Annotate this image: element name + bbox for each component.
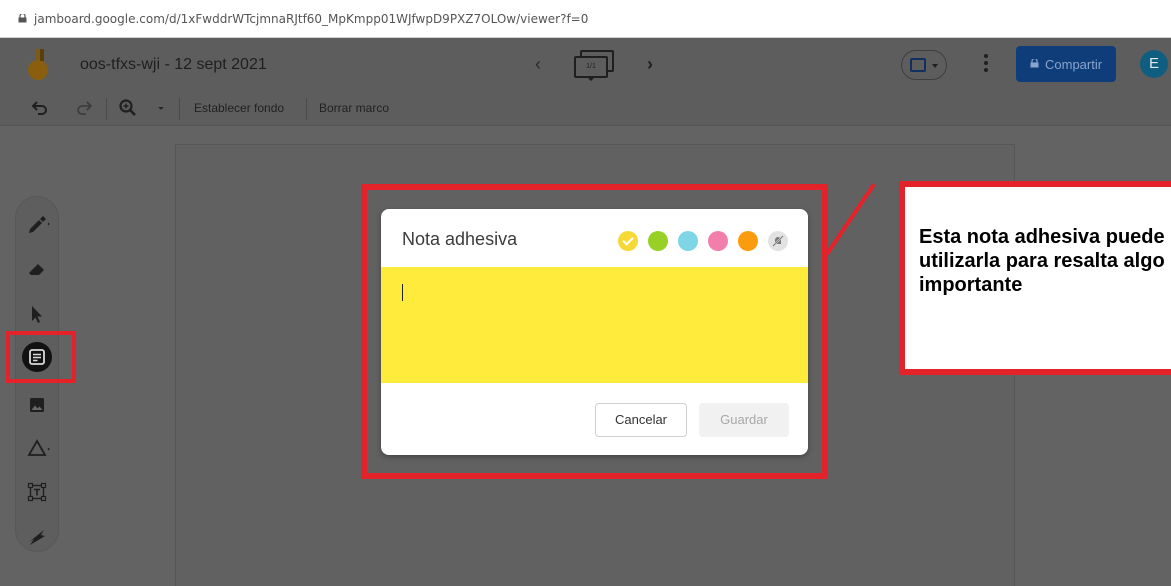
highlight-box-sticky-tool (6, 331, 76, 383)
image-icon[interactable] (22, 390, 52, 420)
lock-icon (1030, 59, 1039, 68)
eraser-icon[interactable] (22, 253, 52, 283)
text-box-icon[interactable] (22, 477, 52, 507)
zoom-icon[interactable] (118, 98, 138, 118)
jamboard-logo[interactable] (26, 49, 52, 81)
browser-address-bar[interactable]: jamboard.google.com/d/1xFwddrWTcjmnaRJtf… (0, 0, 1171, 38)
editing-toolbar: Establecer fondo Borrar marco (0, 92, 1171, 126)
app-header: oos-tfxs-wji - 12 sept 2021 ‹ 1/1 › Comp… (0, 38, 1171, 92)
triangle-icon[interactable] (22, 433, 52, 463)
zoom-caret-icon[interactable] (158, 107, 164, 110)
color-swatch-pink[interactable] (708, 231, 728, 251)
page-url[interactable]: jamboard.google.com/d/1xFwddrWTcjmnaRJtf… (34, 12, 588, 26)
save-button[interactable]: Guardar (699, 403, 789, 437)
no-color-icon[interactable] (768, 231, 788, 251)
annotation-callout: Esta nota adhesiva puede utilizarla para… (899, 181, 1171, 375)
dialog-title: Nota adhesiva (402, 229, 518, 249)
color-swatch-orange[interactable] (738, 231, 758, 251)
color-swatch-yellow[interactable] (618, 231, 638, 251)
caret-down-icon (932, 64, 938, 68)
document-title[interactable]: oos-tfxs-wji - 12 sept 2021 (80, 56, 267, 74)
set-background-button[interactable]: Establecer fondo (194, 101, 284, 115)
share-button[interactable]: Compartir (1016, 46, 1116, 82)
check-icon (622, 234, 634, 246)
undo-icon[interactable] (30, 99, 48, 117)
text-cursor (402, 284, 403, 301)
laser-icon[interactable] (22, 521, 52, 551)
chevron-left-icon[interactable]: ‹ (528, 54, 548, 76)
sticky-note-dialog: Nota adhesiva Cancelar Guardar (381, 209, 808, 455)
chevron-right-icon[interactable]: › (640, 54, 660, 76)
lock-icon (18, 14, 27, 23)
clear-frame-button[interactable]: Borrar marco (319, 101, 389, 115)
more-vert-icon[interactable] (980, 52, 992, 76)
frame-counter: 1/1 (574, 56, 608, 78)
annotation-text: Esta nota adhesiva puede utilizarla para… (919, 226, 1165, 296)
avatar[interactable]: E (1140, 50, 1168, 78)
cast-present-icon (910, 58, 926, 72)
sticky-note-text-input[interactable] (381, 267, 808, 383)
pointer-icon[interactable] (22, 298, 52, 328)
toolbar-divider (179, 98, 180, 120)
toolbar-divider (306, 98, 307, 120)
frame-bar-toggle[interactable]: 1/1 (574, 50, 614, 81)
toolbar-divider (106, 98, 107, 120)
color-swatch-green[interactable] (648, 231, 668, 251)
present-button[interactable] (901, 50, 947, 80)
share-label: Compartir (1045, 57, 1103, 72)
redo-icon[interactable] (76, 99, 94, 117)
chevron-down-icon (588, 78, 594, 81)
pen-icon[interactable] (22, 208, 52, 238)
cancel-button[interactable]: Cancelar (595, 403, 687, 437)
color-swatch-blue[interactable] (678, 231, 698, 251)
